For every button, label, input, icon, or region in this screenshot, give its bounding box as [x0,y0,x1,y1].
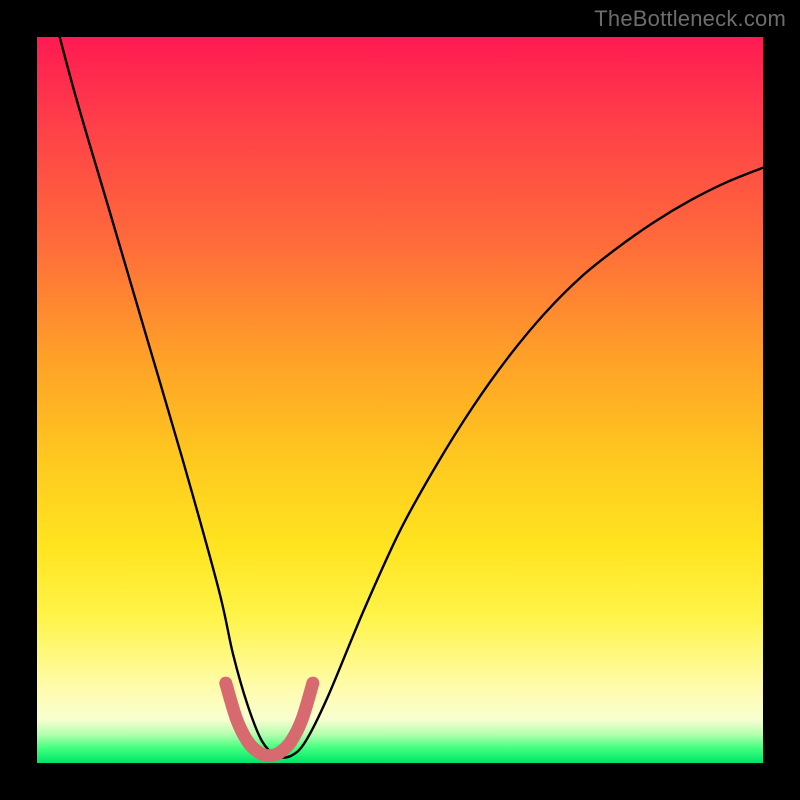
watermark-text: TheBottleneck.com [594,6,786,32]
curve-svg [37,37,763,763]
chart-frame: TheBottleneck.com [0,0,800,800]
trough-highlight [226,683,313,756]
bottleneck-curve [37,0,763,758]
plot-area [37,37,763,763]
